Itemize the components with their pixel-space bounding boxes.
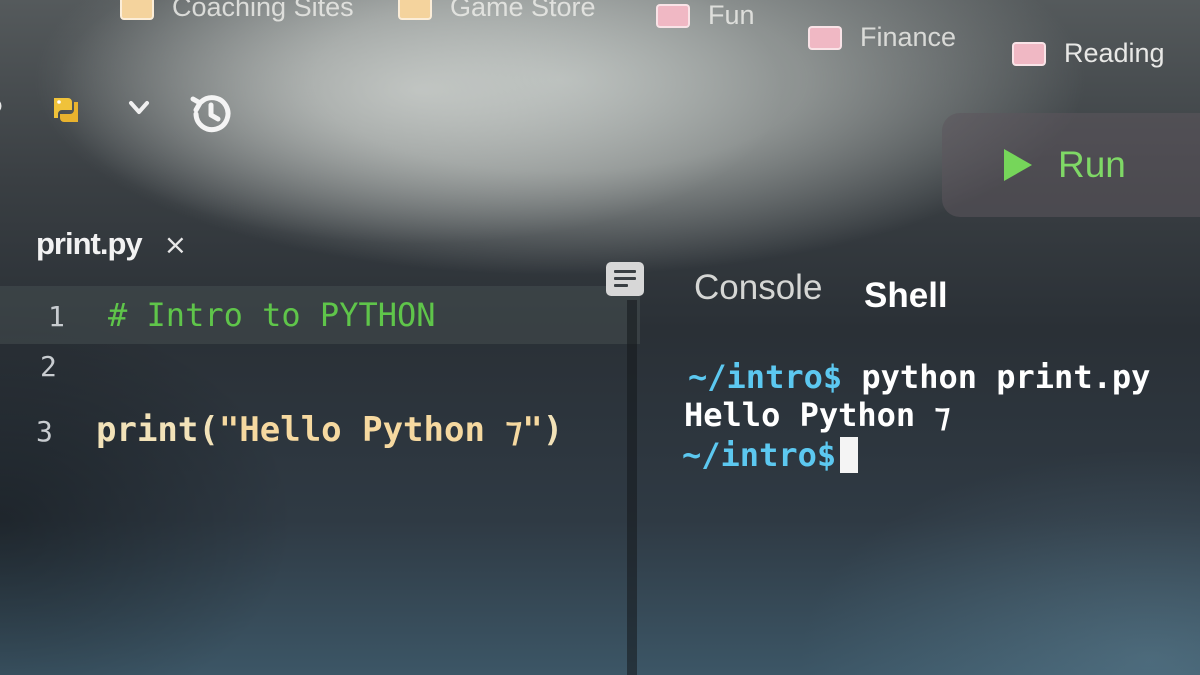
code-comment: # Intro to PYTHON: [108, 296, 436, 334]
close-icon[interactable]: ×: [164, 228, 187, 261]
code-line-1[interactable]: 1 # Intro to PYTHON: [48, 296, 436, 334]
bookmark-label: Fun: [708, 0, 755, 30]
bookmark-reading[interactable]: Reading: [1012, 38, 1165, 69]
text-cursor: [840, 437, 859, 473]
file-tab[interactable]: print.py ×: [36, 226, 187, 262]
bookmark-game-store[interactable]: Game Store: [398, 0, 596, 23]
folder-icon: [120, 0, 154, 20]
python-logo-icon[interactable]: [50, 94, 82, 126]
folder-icon: [398, 0, 432, 20]
bookmark-fun[interactable]: Fun: [656, 0, 755, 31]
run-button[interactable]: Run: [942, 113, 1200, 217]
code-function: print(: [96, 410, 219, 450]
shell-output-line: Hello Python ⁊: [684, 396, 950, 434]
pane-divider[interactable]: [627, 300, 637, 675]
code-string: "Hello Python ⁊": [218, 410, 543, 450]
line-number: 3: [36, 415, 53, 448]
shell-prompt: ~/intro$: [688, 358, 843, 396]
shell-command: python print.py: [842, 358, 1151, 396]
tab-console[interactable]: Console: [694, 268, 822, 308]
shell-output: Hello Python ⁊: [684, 396, 951, 434]
tab-shell[interactable]: Shell: [864, 276, 948, 316]
bookmark-label: Game Store: [450, 0, 596, 22]
bookmark-finance[interactable]: Finance: [808, 22, 956, 53]
play-icon: [1004, 149, 1032, 181]
bookmark-coaching-sites[interactable]: Coaching Sites: [120, 0, 354, 23]
line-number: 2: [40, 350, 57, 383]
folder-icon: [656, 3, 690, 28]
folder-icon: [808, 25, 842, 50]
bookmark-label: Reading: [1064, 38, 1165, 68]
code-paren: ): [542, 410, 564, 450]
bookmarks-bar: Coaching Sites Game Store Fun Finance Re…: [0, 0, 1200, 68]
line-number: 1: [48, 300, 65, 333]
shell-input-line[interactable]: ~/intro$: [682, 436, 859, 474]
folder-icon: [1012, 41, 1046, 66]
shell-prompt: ~/intro$: [682, 436, 837, 474]
bookmark-label: Coaching Sites: [172, 0, 354, 22]
file-name: print.py: [36, 226, 143, 261]
bookmark-label: Finance: [860, 22, 957, 52]
code-line-3[interactable]: 3 print("Hello Python ⁊"): [36, 410, 563, 450]
run-label: Run: [1058, 144, 1126, 185]
shell-command-line: ~/intro$ python print.py: [688, 358, 1150, 396]
chevron-down-icon[interactable]: [128, 100, 150, 116]
history-icon[interactable]: [186, 90, 234, 138]
document-icon[interactable]: [606, 262, 644, 296]
code-line-2[interactable]: 2: [40, 350, 100, 383]
partial-icon: [0, 101, 2, 111]
